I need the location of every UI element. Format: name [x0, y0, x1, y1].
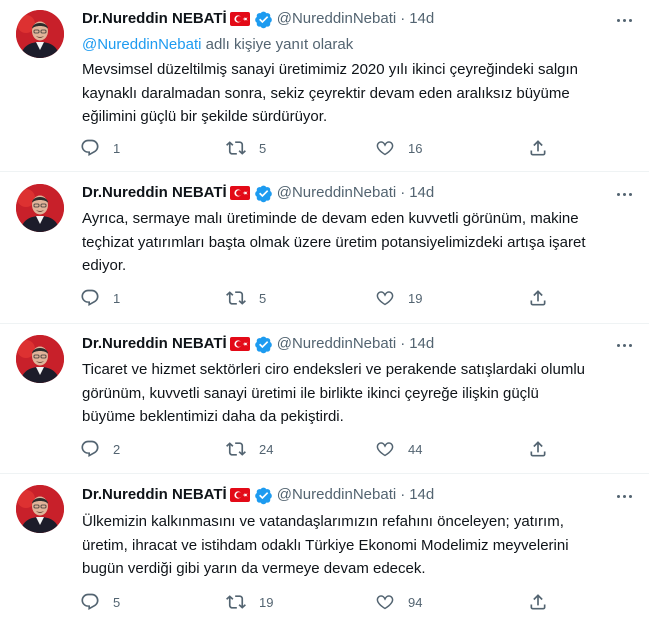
more-options-icon[interactable] [613, 184, 635, 204]
reply-icon [80, 592, 100, 612]
tweet-time[interactable]: 14d [409, 485, 434, 505]
author-handle[interactable]: @NureddinNebati [277, 485, 396, 505]
reply-button[interactable]: 1 [80, 137, 120, 159]
share-button[interactable] [528, 137, 548, 159]
turkey-flag-icon [229, 186, 250, 200]
like-count: 19 [408, 290, 423, 306]
retweet-count: 24 [259, 441, 274, 457]
tweet-text: Ayrıca, sermaye malı üretiminde de devam… [82, 210, 586, 274]
more-options-icon[interactable] [613, 10, 635, 30]
reply-icon [80, 138, 100, 158]
share-button[interactable] [528, 591, 548, 613]
retweet-icon [226, 439, 246, 459]
verified-badge-icon [254, 10, 273, 29]
tweet-header: Dr.Nureddin NEBATİ @NureddinNebati · 14d [82, 485, 434, 505]
heart-icon [375, 288, 395, 308]
separator-dot: · [400, 335, 406, 352]
turkey-flag-icon [229, 337, 250, 351]
verified-badge-icon [254, 335, 273, 354]
separator-dot: · [400, 486, 406, 503]
author-name[interactable]: Dr.Nureddin NEBATİ [82, 9, 227, 29]
retweet-button[interactable]: 5 [226, 137, 266, 159]
retweet-icon [226, 288, 246, 308]
avatar[interactable] [16, 10, 64, 58]
share-button[interactable] [528, 438, 548, 460]
verified-badge-icon [254, 486, 273, 505]
like-button[interactable]: 19 [375, 287, 422, 309]
reply-button[interactable]: 2 [80, 438, 120, 460]
more-options-icon[interactable] [613, 486, 635, 506]
tweet-actions: 2 24 44 [80, 438, 550, 460]
share-button[interactable] [528, 287, 548, 309]
like-count: 44 [408, 441, 423, 457]
like-count: 94 [408, 594, 423, 610]
like-button[interactable]: 44 [375, 438, 422, 460]
retweet-count: 5 [259, 290, 267, 306]
avatar[interactable] [16, 335, 64, 383]
share-icon [528, 288, 548, 308]
reply-icon [80, 288, 100, 308]
tweet-actions: 1 5 19 [80, 287, 550, 309]
turkey-flag-icon [229, 488, 250, 502]
retweet-button[interactable]: 24 [226, 438, 273, 460]
author-name[interactable]: Dr.Nureddin NEBATİ [82, 183, 227, 203]
reply-button[interactable]: 5 [80, 591, 120, 613]
more-options-icon[interactable] [613, 335, 635, 355]
separator-dot: · [400, 184, 406, 201]
tweet-header: Dr.Nureddin NEBATİ @NureddinNebati · 14d [82, 9, 434, 29]
retweet-icon [226, 138, 246, 158]
retweet-icon [226, 592, 246, 612]
separator-dot: · [400, 10, 406, 27]
retweet-button[interactable]: 19 [226, 591, 273, 613]
tweet[interactable]: Dr.Nureddin NEBATİ @NureddinNebati · 14d… [0, 474, 649, 627]
tweet-text: Ticaret ve hizmet sektörleri ciro endeks… [82, 361, 585, 425]
retweet-button[interactable]: 5 [226, 287, 266, 309]
reply-count: 1 [113, 290, 121, 306]
avatar[interactable] [16, 184, 64, 232]
tweet-header: Dr.Nureddin NEBATİ @NureddinNebati · 14d [82, 334, 434, 354]
reply-count: 5 [113, 594, 121, 610]
tweet-thread: Dr.Nureddin NEBATİ @NureddinNebati · 14d… [0, 0, 649, 627]
tweet[interactable]: Dr.Nureddin NEBATİ @NureddinNebati · 14d… [0, 324, 649, 474]
retweet-count: 5 [259, 140, 267, 156]
tweet-header: Dr.Nureddin NEBATİ @NureddinNebati · 14d [82, 183, 434, 203]
tweet[interactable]: Dr.Nureddin NEBATİ @NureddinNebati · 14d… [0, 0, 649, 172]
tweet-text: Ülkemizin kalkınmasını ve vatandaşlarımı… [82, 513, 569, 577]
heart-icon [375, 138, 395, 158]
tweet-actions: 1 5 16 [80, 137, 550, 159]
tweet-time[interactable]: 14d [409, 334, 434, 354]
avatar[interactable] [16, 485, 64, 533]
reply-count: 2 [113, 441, 121, 457]
author-handle[interactable]: @NureddinNebati [277, 183, 396, 203]
like-count: 16 [408, 140, 423, 156]
reply-to-label: adlı kişiye yanıt olarak [205, 36, 354, 53]
reply-count: 1 [113, 140, 121, 156]
share-icon [528, 439, 548, 459]
author-name[interactable]: Dr.Nureddin NEBATİ [82, 485, 227, 505]
reply-icon [80, 439, 100, 459]
tweet-actions: 5 19 94 [80, 591, 550, 613]
verified-badge-icon [254, 184, 273, 203]
heart-icon [375, 439, 395, 459]
like-button[interactable]: 16 [375, 137, 422, 159]
like-button[interactable]: 94 [375, 591, 422, 613]
reply-to-mention-link[interactable]: @NureddinNebati [82, 36, 201, 53]
share-icon [528, 592, 548, 612]
share-icon [528, 138, 548, 158]
tweet-time[interactable]: 14d [409, 183, 434, 203]
turkey-flag-icon [229, 12, 250, 26]
retweet-count: 19 [259, 594, 274, 610]
reply-button[interactable]: 1 [80, 287, 120, 309]
reply-context: @NureddinNebati adlı kişiye yanıt olarak [82, 35, 353, 55]
tweet[interactable]: Dr.Nureddin NEBATİ @NureddinNebati · 14d… [0, 172, 649, 324]
author-handle[interactable]: @NureddinNebati [277, 9, 396, 29]
author-name[interactable]: Dr.Nureddin NEBATİ [82, 334, 227, 354]
tweet-time[interactable]: 14d [409, 9, 434, 29]
heart-icon [375, 592, 395, 612]
tweet-text: Mevsimsel düzeltilmiş sanayi üretimimiz … [82, 61, 579, 125]
author-handle[interactable]: @NureddinNebati [277, 334, 396, 354]
